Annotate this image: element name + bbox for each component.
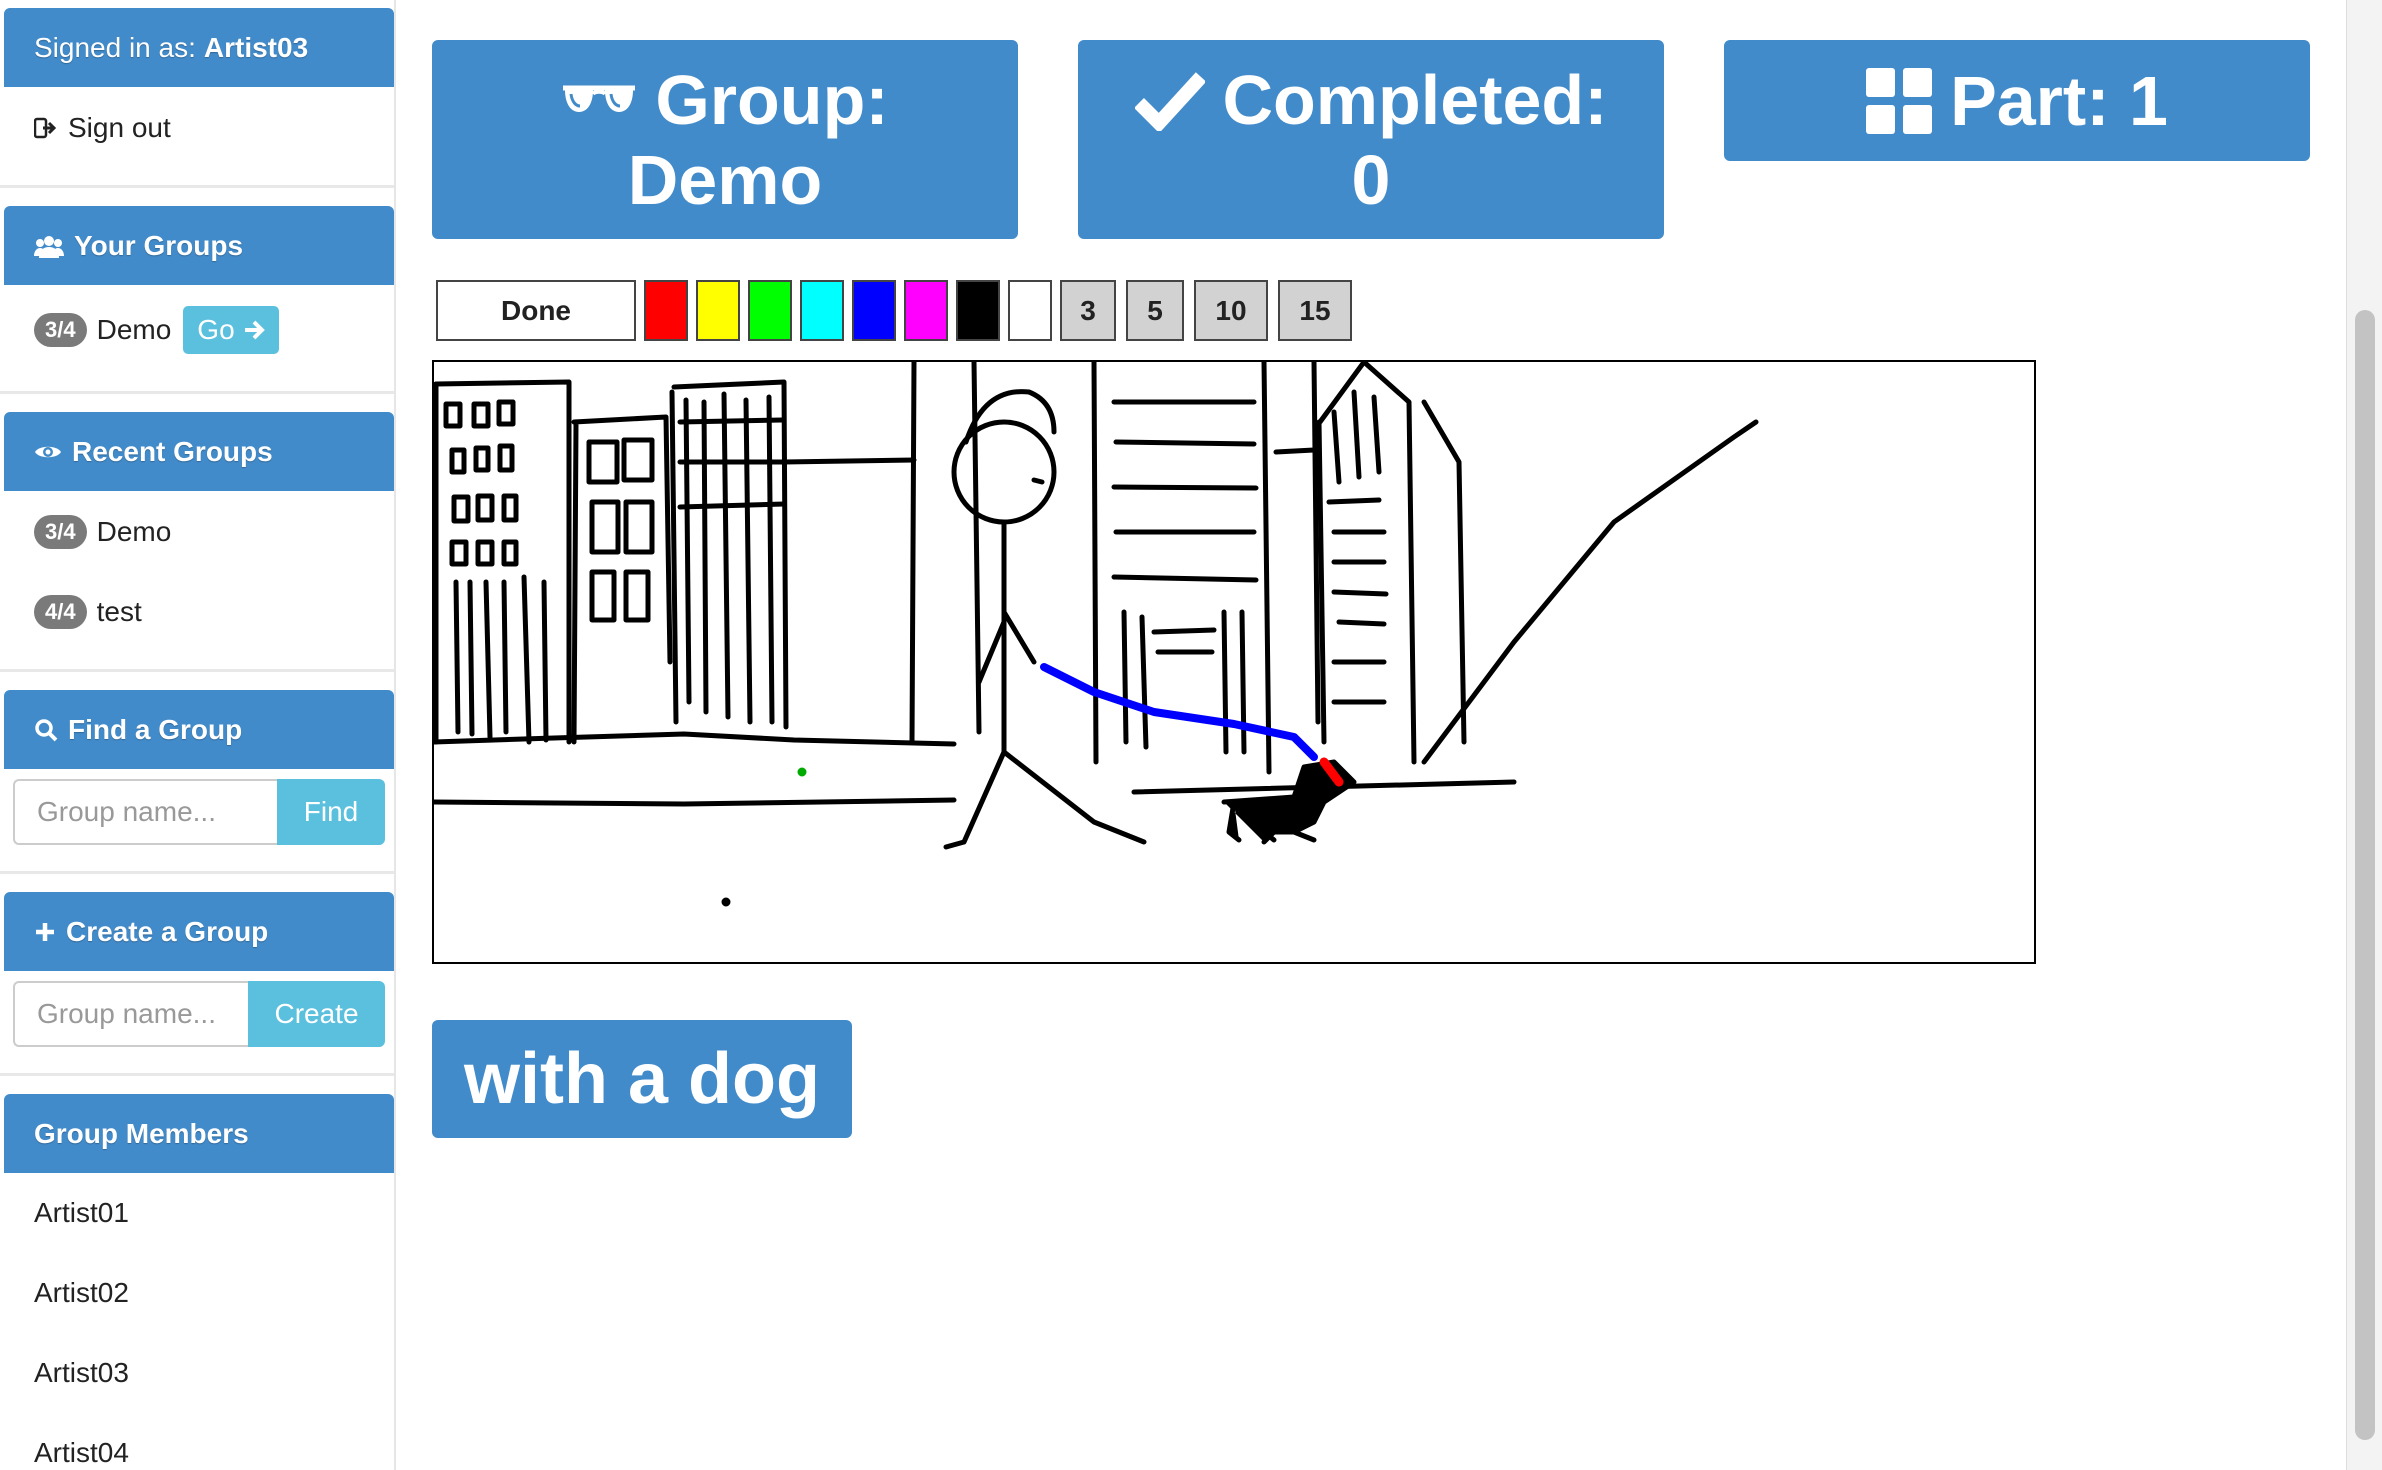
done-button[interactable]: Done [436, 280, 636, 341]
divider [0, 871, 394, 874]
group-name: Demo [96, 516, 172, 547]
color-swatch-magenta[interactable] [904, 280, 948, 341]
member-count-badge: 4/4 [34, 595, 87, 629]
recent-group-item[interactable]: 3/4 Demo [34, 510, 171, 554]
find-group-header: Find a Group [4, 690, 394, 769]
group-panel: Group: Demo [432, 40, 1018, 239]
create-group-input[interactable]: Group name... [13, 981, 248, 1047]
part-panel: Part: 1 [1724, 40, 2310, 161]
sign-out-icon [34, 117, 58, 139]
go-label: Go [197, 314, 235, 345]
color-swatch-cyan[interactable] [800, 280, 844, 341]
create-button[interactable]: Create [248, 981, 385, 1047]
find-button[interactable]: Find [277, 779, 385, 845]
group-name: Demo [96, 314, 172, 345]
member-item: Artist01 [34, 1197, 129, 1228]
find-group-input[interactable]: Group name... [13, 779, 277, 845]
drawing-canvas[interactable] [431, 359, 2036, 964]
drawing [431, 359, 1759, 907]
member-item: Artist03 [34, 1357, 129, 1388]
color-swatch-yellow[interactable] [696, 280, 740, 341]
sign-out-label: Sign out [68, 112, 171, 143]
completed-value: 0 [1351, 140, 1391, 219]
group-members-header: Group Members [4, 1094, 394, 1173]
your-groups-header: Your Groups [4, 206, 394, 285]
plus-icon [34, 921, 56, 943]
member-item: Artist04 [34, 1437, 129, 1468]
brush-size-5[interactable]: 5 [1126, 280, 1184, 341]
arrow-right-icon [243, 319, 265, 341]
completed-label: Completed: [1222, 60, 1608, 139]
color-swatch-white[interactable] [1008, 280, 1052, 341]
go-button[interactable]: Go [183, 306, 279, 354]
member-count-badge: 3/4 [34, 515, 87, 549]
group-value: Demo [627, 140, 823, 219]
group-name: test [96, 596, 142, 627]
divider [0, 669, 394, 672]
member-count-badge: 3/4 [34, 313, 87, 347]
divider [0, 1073, 394, 1076]
brush-size-3[interactable]: 3 [1060, 280, 1116, 341]
find-group-title: Find a Group [68, 713, 243, 745]
search-icon [34, 718, 58, 742]
create-group-form: Group name... Create [13, 981, 385, 1047]
sidebar: Signed in as: Artist03 Sign out Your Gro… [0, 0, 396, 1470]
prompt-text: with a dog [464, 1039, 820, 1119]
color-swatch-blue[interactable] [852, 280, 896, 341]
color-swatch-green[interactable] [748, 280, 792, 341]
divider [0, 391, 394, 394]
group-members-title: Group Members [34, 1117, 249, 1149]
username: Artist03 [203, 31, 309, 63]
divider [0, 185, 394, 188]
brush-size-10[interactable]: 10 [1194, 280, 1268, 341]
create-group-header: Create a Group [4, 892, 394, 971]
sign-out-link[interactable]: Sign out [34, 106, 171, 150]
recent-groups-title: Recent Groups [72, 435, 273, 467]
eye-icon [34, 442, 62, 462]
your-group-item: 3/4 Demo Go [34, 306, 279, 354]
scrollbar-thumb[interactable] [2355, 310, 2375, 1440]
word-prompt: with a dog [432, 1020, 852, 1138]
page-scrollbar[interactable] [2346, 0, 2382, 1470]
member-item: Artist02 [34, 1277, 129, 1308]
check-icon [1134, 69, 1205, 131]
glasses-icon [561, 78, 637, 122]
signed-in-header: Signed in as: Artist03 [4, 8, 394, 87]
color-swatch-red[interactable] [644, 280, 688, 341]
brush-size-15[interactable]: 15 [1278, 280, 1352, 341]
part-label: Part: 1 [1950, 61, 2168, 140]
completed-panel: Completed: 0 [1078, 40, 1664, 239]
group-label: Group: [655, 60, 889, 139]
find-group-form: Group name... Find [13, 779, 385, 845]
create-group-title: Create a Group [66, 915, 269, 947]
users-icon [34, 234, 64, 258]
your-groups-title: Your Groups [74, 229, 244, 261]
color-swatch-black[interactable] [956, 280, 1000, 341]
recent-groups-header: Recent Groups [4, 412, 394, 491]
grid-icon [1866, 67, 1933, 134]
signed-in-prefix: Signed in as: [34, 31, 196, 63]
recent-group-item[interactable]: 4/4 test [34, 590, 142, 634]
